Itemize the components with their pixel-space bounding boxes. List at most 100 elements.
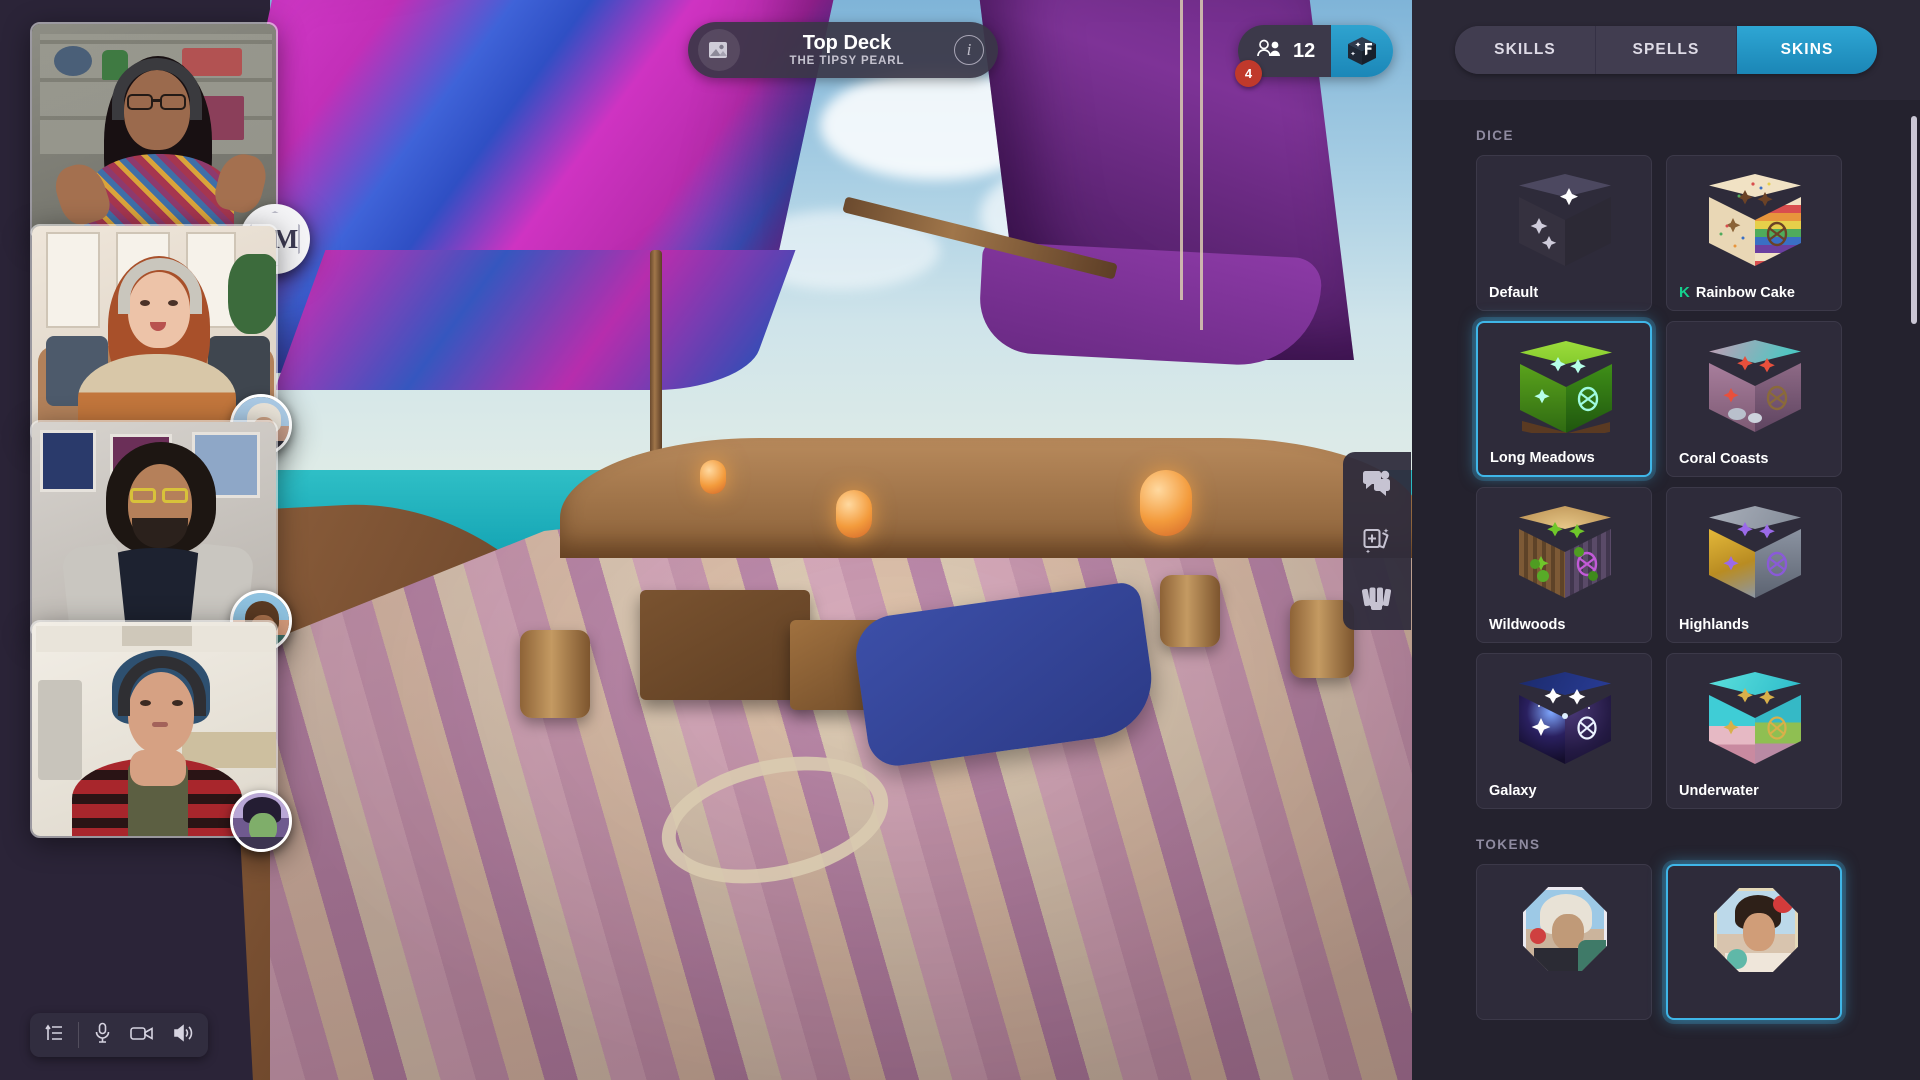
players-count: 12 [1293,39,1316,62]
video-tile[interactable] [30,620,292,852]
video-tile-stack: GM [0,0,310,1010]
skin-label: Rainbow Cake [1695,284,1795,301]
sail-magenta-lower [274,250,796,390]
barrel [520,630,590,718]
skin-card[interactable]: Highlands [1666,487,1842,643]
skin-card-caption: Long Meadows [1490,450,1642,466]
tab-skills[interactable]: SKILLS [1455,26,1596,74]
panel-scrollbar-thumb[interactable] [1911,116,1917,324]
dice-cube-default-icon [1519,174,1611,266]
dice-cube-wildwoods-icon [1519,506,1611,598]
mast [650,250,662,460]
tab-skins[interactable]: SKINS [1737,26,1877,74]
video-tile[interactable] [30,420,292,652]
panel-content[interactable]: DICE Default K Rainbow Cake Long Meadows… [1412,100,1920,1080]
chat-icon[interactable] [1360,466,1394,500]
rope [1200,0,1203,330]
players-chip[interactable]: 12 4 [1235,25,1332,87]
skin-card[interactable]: K Rainbow Cake [1666,155,1842,311]
skin-card-caption: Wildwoods [1489,617,1643,633]
skin-card[interactable]: Underwater [1666,653,1842,809]
sail-purple-lower [977,241,1323,369]
av-toolbar [30,1013,208,1057]
skin-label: Coral Coasts [1679,451,1769,467]
scene-title-label: Top Deck [802,31,892,54]
skin-card[interactable]: Coral Coasts [1666,321,1842,477]
image-icon [698,29,740,71]
camera-icon[interactable] [130,1024,154,1047]
notification-badge[interactable]: 4 [1235,60,1262,87]
section-title-dice: DICE [1476,128,1514,143]
dice-roller-button[interactable] [1331,25,1394,77]
skin-label: Long Meadows [1490,450,1595,466]
dice-cube-galaxy-icon [1519,672,1611,764]
token-thumbnail [1668,878,1840,982]
dice-cube-coral-coasts-icon [1709,340,1801,432]
skin-card-caption: Underwater [1679,783,1833,799]
character-token-avatar[interactable] [230,790,292,852]
skin-card[interactable]: Default [1476,155,1652,311]
lantern [700,460,726,494]
card-hand-icon[interactable] [1360,582,1394,616]
skin-card[interactable]: Long Meadows [1476,321,1652,477]
skin-card-caption: Default [1489,285,1643,301]
token-card[interactable] [1476,864,1652,1020]
skin-card-caption: Galaxy [1489,783,1643,799]
participants-list-icon[interactable] [44,1023,64,1048]
token-portrait-a [1523,887,1607,971]
speaker-icon[interactable] [172,1023,194,1048]
lantern [836,490,872,538]
dice-skins-grid: Default K Rainbow Cake Long Meadows Cora… [1412,155,1920,809]
dice-cube-underwater-icon [1709,672,1801,764]
dice-cube-rainbow-cake-icon [1709,174,1801,266]
skin-label: Highlands [1679,617,1750,633]
barrel [1160,575,1220,647]
section-title-tokens: TOKENS [1476,837,1541,852]
skins-panel: SKILLS SPELLS SKINS DICE Default K Rainb… [1412,0,1920,1080]
scene-title-chip[interactable]: Top Deck THE TIPSY PEARL i [688,22,998,78]
crate [640,590,810,700]
kickstarter-badge: K [1679,284,1690,301]
rope [1180,0,1183,300]
lantern [1140,470,1192,536]
people-icon [1256,38,1284,64]
tab-spells[interactable]: SPELLS [1596,26,1737,74]
microphone-icon[interactable] [93,1022,112,1048]
skin-card[interactable]: Wildwoods [1476,487,1652,643]
deck-railing [560,438,1412,558]
skin-label: Underwater [1679,783,1759,799]
scene-subtitle-label: THE TIPSY PEARL [789,54,905,67]
video-tile[interactable]: GM [30,22,310,274]
header-chip-group: 12 4 [1235,25,1394,87]
skin-thumbnail [1667,500,1841,604]
participants-segment [30,1013,78,1057]
skin-label: Galaxy [1489,783,1537,799]
panel-header: SKILLS SPELLS SKINS [1412,0,1920,100]
token-portrait-b [1714,888,1798,972]
info-icon[interactable]: i [954,35,984,65]
panel-tab-bar: SKILLS SPELLS SKINS [1455,26,1877,74]
token-card[interactable] [1666,864,1842,1020]
tool-rail [1343,452,1411,630]
dice-cube-highlands-icon [1709,506,1801,598]
skin-thumbnail [1667,334,1841,438]
dice-cube-long-meadows-icon [1520,341,1612,433]
skin-card-caption: Coral Coasts [1679,451,1833,467]
add-card-icon[interactable] [1360,524,1394,558]
skin-card-caption: K Rainbow Cake [1679,284,1833,301]
skin-label: Default [1489,285,1539,301]
skin-thumbnail [1667,666,1841,770]
tokens-grid [1412,864,1920,1020]
video-tile[interactable] [30,224,292,456]
scene-title-text: Top Deck THE TIPSY PEARL [754,32,940,69]
av-controls-segment [79,1013,208,1057]
skin-thumbnail [1477,168,1651,272]
skin-label: Wildwoods [1489,617,1566,633]
skin-thumbnail [1478,335,1650,439]
skin-thumbnail [1477,500,1651,604]
skin-thumbnail [1477,666,1651,770]
dice-f-logo-icon [1348,37,1377,65]
skin-thumbnail [1667,168,1841,272]
skin-card[interactable]: Galaxy [1476,653,1652,809]
token-thumbnail [1477,877,1651,981]
